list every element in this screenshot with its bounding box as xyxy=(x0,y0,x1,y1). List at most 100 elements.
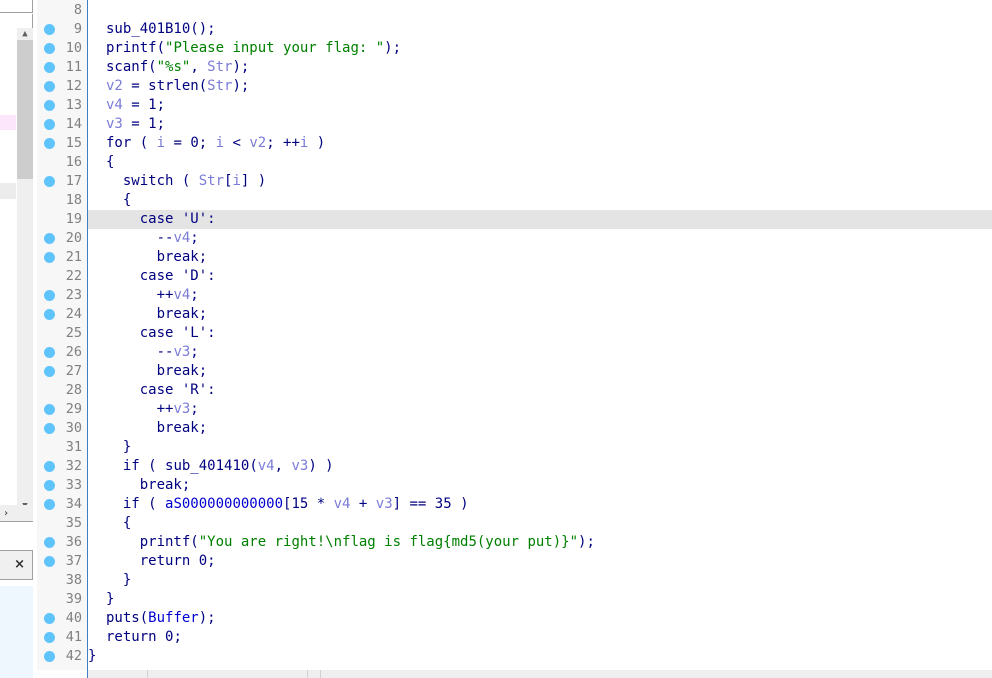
horizontal-scrollbar[interactable]: › xyxy=(0,505,33,522)
scroll-up-icon[interactable]: ▲ xyxy=(17,28,33,40)
code-function[interactable]: printf xyxy=(106,40,157,56)
code-line[interactable]: } xyxy=(106,571,131,590)
code-line[interactable]: switch ( Str[i] ) xyxy=(106,172,266,191)
code-number: 1 xyxy=(148,116,157,132)
scroll-right-icon[interactable]: › xyxy=(3,505,9,522)
code-line[interactable]: printf("You are right!\nflag is flag{md5… xyxy=(106,533,595,552)
line-number: 41 xyxy=(65,629,82,645)
code-line[interactable]: v3 = 1; xyxy=(106,115,165,134)
code-keyword: } xyxy=(106,591,115,607)
code-keyword: return xyxy=(106,629,166,645)
code-line[interactable]: if ( aS000000000000[15 * v4 + v3] == 35 … xyxy=(106,495,469,514)
code-keyword: ( xyxy=(190,534,199,550)
list-item[interactable] xyxy=(0,183,16,199)
code-variable[interactable]: v4 xyxy=(106,97,123,113)
code-variable[interactable]: i xyxy=(157,135,165,151)
code-line[interactable]: --v3; xyxy=(106,343,199,362)
code-variable[interactable]: v4 xyxy=(173,230,190,246)
line-number: 15 xyxy=(65,135,82,151)
code-keyword: ) xyxy=(308,135,326,151)
code-line[interactable]: } xyxy=(106,438,131,457)
code-line[interactable]: { xyxy=(106,514,131,533)
code-variable[interactable]: v4 xyxy=(334,496,351,512)
code-function[interactable]: scanf xyxy=(106,59,148,75)
line-number: 17 xyxy=(65,173,82,189)
code-variable[interactable]: v3 xyxy=(106,116,123,132)
code-variable[interactable]: i xyxy=(232,173,240,189)
code-line[interactable]: --v4; xyxy=(106,229,199,248)
code-variable[interactable]: v2 xyxy=(249,135,266,151)
code-line[interactable]: for ( i = 0; i < v2; ++i ) xyxy=(106,134,325,153)
line-number: 31 xyxy=(65,439,82,455)
line-number: 34 xyxy=(65,496,82,512)
code-variable[interactable]: v3 xyxy=(376,496,393,512)
code-keyword: < xyxy=(224,135,250,151)
line-number: 19 xyxy=(65,211,82,227)
code-keyword: -- xyxy=(106,230,174,246)
code-line[interactable]: return 0; xyxy=(106,628,182,647)
code-variable[interactable]: v3 xyxy=(291,458,308,474)
code-number: 15 xyxy=(291,496,309,512)
code-keyword: ( xyxy=(249,458,258,474)
code-line[interactable]: } xyxy=(106,590,114,609)
code-keyword: if ( xyxy=(106,496,166,512)
code-line[interactable]: } xyxy=(88,647,96,666)
code-variable[interactable]: Str xyxy=(207,78,232,94)
code-line[interactable]: break; xyxy=(106,362,208,381)
code-line[interactable]: sub_401B10(); xyxy=(106,20,216,39)
code-variable[interactable]: v3 xyxy=(173,344,190,360)
code-function[interactable]: printf xyxy=(140,534,191,550)
code-variable[interactable]: v4 xyxy=(258,458,275,474)
code-line[interactable]: v2 = strlen(Str); xyxy=(106,77,249,96)
code-keyword: : xyxy=(207,211,216,227)
code-line[interactable]: return 0; xyxy=(106,552,216,571)
code-variable[interactable]: i xyxy=(216,135,224,151)
line-number: 42 xyxy=(65,648,82,664)
close-icon[interactable]: × xyxy=(14,557,25,572)
code-function[interactable]: sub_401410 xyxy=(165,458,249,474)
line-number: 14 xyxy=(65,116,82,132)
code-function[interactable]: puts xyxy=(106,610,140,626)
code-function[interactable]: strlen xyxy=(148,78,199,94)
function-list[interactable]: ▲ ▼ xyxy=(0,14,33,512)
line-number: 18 xyxy=(65,192,82,208)
code-keyword: case xyxy=(106,382,182,398)
code-line[interactable]: case 'U': xyxy=(106,210,216,229)
vertical-scrollbar[interactable]: ▲ ▼ xyxy=(17,28,33,512)
list-item-selected[interactable] xyxy=(0,115,16,130)
panel-tab: × xyxy=(0,550,33,580)
pseudocode-view[interactable] xyxy=(88,0,992,670)
code-variable[interactable]: v4 xyxy=(173,287,190,303)
code-line[interactable]: v4 = 1; xyxy=(106,96,165,115)
code-line[interactable]: break; xyxy=(106,419,208,438)
code-function[interactable]: sub_401B10 xyxy=(106,21,190,37)
code-line[interactable]: break; xyxy=(106,248,208,267)
code-variable[interactable]: v3 xyxy=(173,401,190,417)
code-line[interactable]: ++v4; xyxy=(106,286,199,305)
code-keyword: ( xyxy=(139,610,149,626)
code-keyword: ; ++ xyxy=(266,135,300,151)
code-line[interactable]: { xyxy=(106,153,114,172)
code-global[interactable]: aS000000000000 xyxy=(165,496,283,512)
code-line[interactable]: case 'R': xyxy=(106,381,216,400)
code-line[interactable]: scanf("%s", Str); xyxy=(106,58,249,77)
code-line[interactable]: case 'L': xyxy=(106,324,216,343)
code-line[interactable]: puts(Buffer); xyxy=(106,609,216,628)
code-keyword: (); xyxy=(190,21,216,37)
code-number: 'U' xyxy=(181,211,208,227)
status-separator xyxy=(320,670,321,678)
scrollbar-thumb[interactable] xyxy=(17,40,33,179)
line-number: 25 xyxy=(65,325,82,341)
code-line[interactable]: case 'D': xyxy=(106,267,216,286)
code-line[interactable]: break; xyxy=(106,305,208,324)
code-variable[interactable]: v2 xyxy=(106,78,123,94)
code-line[interactable]: printf("Please input your flag: "); xyxy=(106,39,401,58)
code-line[interactable]: ++v3; xyxy=(106,400,199,419)
code-line[interactable]: break; xyxy=(106,476,191,495)
code-line[interactable]: { xyxy=(106,191,131,210)
code-line[interactable]: if ( sub_401410(v4, v3) ) xyxy=(106,457,334,476)
code-keyword: { xyxy=(106,192,132,208)
code-variable[interactable]: Str xyxy=(207,59,232,75)
code-variable[interactable]: Str xyxy=(199,173,224,189)
code-global[interactable]: Buffer xyxy=(148,610,199,626)
